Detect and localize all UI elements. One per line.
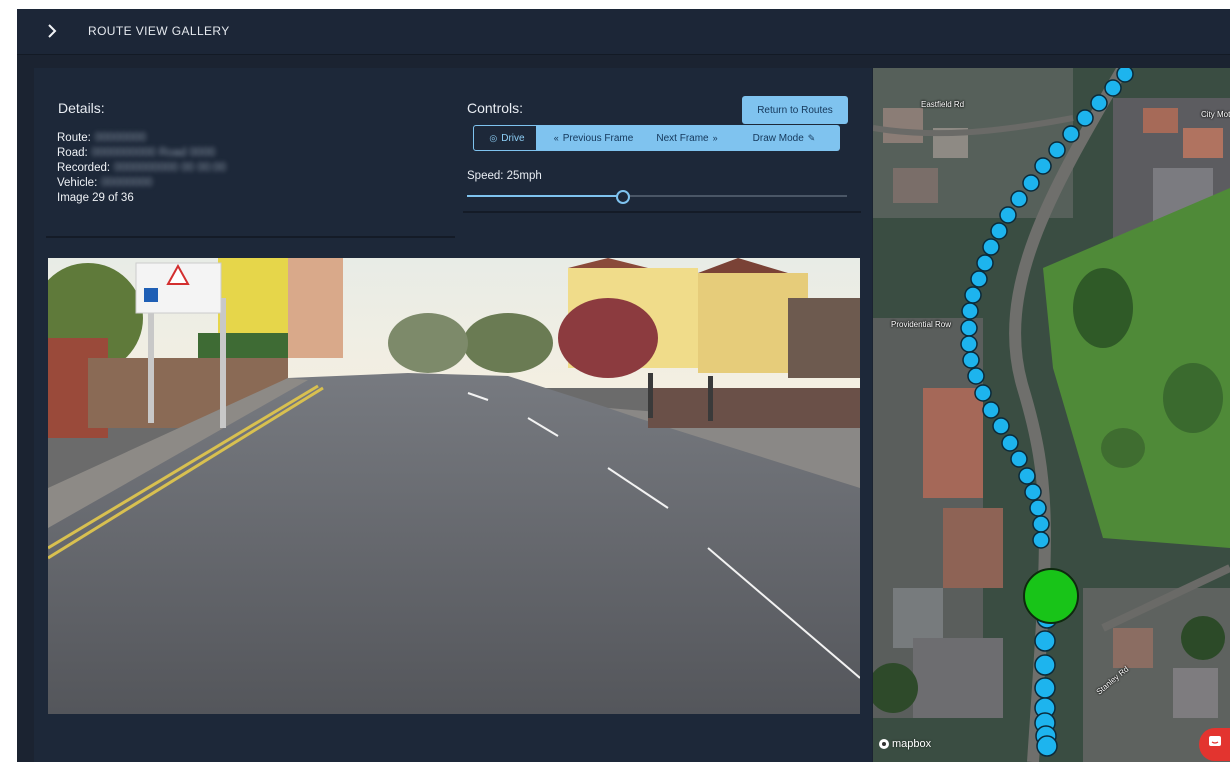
slider-fill xyxy=(467,195,623,197)
route-point-marker[interactable] xyxy=(982,401,1000,419)
route-point-marker[interactable] xyxy=(999,206,1017,224)
top-bar: ROUTE VIEW GALLERY xyxy=(17,9,1230,55)
mapbox-icon xyxy=(879,739,889,749)
route-point-marker[interactable] xyxy=(1104,79,1122,97)
vehicle-label: Vehicle: xyxy=(57,177,98,189)
current-position-marker[interactable] xyxy=(1023,568,1079,624)
chevron-right-icon[interactable] xyxy=(41,20,63,42)
route-point-marker[interactable] xyxy=(990,222,1008,240)
controls-heading: Controls: xyxy=(467,100,524,116)
next-frame-button[interactable]: Next Frame» xyxy=(646,125,732,151)
route-point-marker[interactable] xyxy=(1032,531,1050,549)
route-point-marker[interactable] xyxy=(1116,68,1134,83)
details-card: Details: Route: 00000000 Road: 0000000000 … xyxy=(46,78,455,238)
viewer-panel: Details: Route: 00000000 Road: 0000000000 … xyxy=(34,68,872,762)
route-point-marker[interactable] xyxy=(1022,174,1040,192)
route-point-marker[interactable] xyxy=(1018,467,1036,485)
route-point-marker[interactable] xyxy=(1062,125,1080,143)
route-point-marker[interactable] xyxy=(967,367,985,385)
route-point-marker[interactable] xyxy=(976,254,994,272)
route-map[interactable]: Eastfield Rd Providential Row Stanley Rd… xyxy=(873,68,1230,762)
play-circle-icon: ◎ xyxy=(489,132,498,143)
app-window: ROUTE VIEW GALLERY Details: Route: 000000… xyxy=(17,9,1230,762)
map-label-eastfield: Eastfield Rd xyxy=(921,100,965,109)
road-row: Road: 0000000000 Road 0000 xyxy=(57,147,215,159)
road-value: 0000000000 Road 0000 xyxy=(91,147,216,159)
frame-controls: ◎ Drive «Previous Frame Next Frame» Draw … xyxy=(473,125,840,151)
recorded-value: 0000000000 00 00:00 xyxy=(114,162,226,174)
speed-slider[interactable] xyxy=(467,186,847,206)
route-point-marker[interactable] xyxy=(1034,654,1056,676)
app-title: ROUTE VIEW GALLERY xyxy=(88,24,230,38)
map-label-providential: Providential Row xyxy=(891,320,952,329)
route-point-marker[interactable] xyxy=(1024,483,1042,501)
vehicle-value: 00000000 xyxy=(101,177,153,189)
mapbox-attribution: mapbox xyxy=(892,738,932,750)
route-point-marker[interactable] xyxy=(1090,94,1108,112)
recorded-row: Recorded: 0000000000 00 00:00 xyxy=(57,162,226,174)
route-point-marker[interactable] xyxy=(1034,677,1056,699)
route-point-marker[interactable] xyxy=(992,417,1010,435)
speed-label: Speed: 25mph xyxy=(467,170,542,182)
route-point-marker[interactable] xyxy=(982,238,1000,256)
double-chevron-left-icon: « xyxy=(553,133,559,143)
route-point-marker[interactable] xyxy=(970,270,988,288)
route-point-marker[interactable] xyxy=(1001,434,1019,452)
previous-frame-button[interactable]: «Previous Frame xyxy=(537,125,646,151)
route-point-marker[interactable] xyxy=(962,351,980,369)
double-chevron-right-icon: » xyxy=(712,133,718,143)
route-point-marker[interactable] xyxy=(1048,141,1066,159)
details-heading: Details: xyxy=(58,100,105,116)
route-point-marker[interactable] xyxy=(1076,109,1094,127)
image-counter: Image 29 of 36 xyxy=(57,192,134,204)
route-point-marker[interactable] xyxy=(1034,157,1052,175)
route-point-marker[interactable] xyxy=(1034,630,1056,652)
pen-icon: ✎ xyxy=(807,132,816,143)
route-point-marker[interactable] xyxy=(974,384,992,402)
chat-icon xyxy=(1208,735,1222,754)
slider-thumb[interactable] xyxy=(615,190,630,204)
route-point-marker[interactable] xyxy=(960,335,978,353)
route-point-marker[interactable] xyxy=(1036,735,1058,757)
route-point-marker[interactable] xyxy=(964,286,982,304)
route-point-marker[interactable] xyxy=(1032,515,1050,533)
drive-button[interactable]: ◎ Drive xyxy=(473,125,537,151)
route-point-marker[interactable] xyxy=(1010,190,1028,208)
return-to-routes-button[interactable]: Return to Routes xyxy=(742,96,848,124)
route-row: Route: 00000000 xyxy=(57,132,146,144)
route-value: 00000000 xyxy=(94,132,147,144)
drive-label: Drive xyxy=(501,132,525,144)
road-label: Road: xyxy=(57,147,88,159)
chat-launcher-button[interactable] xyxy=(1199,728,1230,761)
route-point-marker[interactable] xyxy=(1029,499,1047,517)
recorded-label: Recorded: xyxy=(57,162,111,174)
next-frame-label: Next Frame xyxy=(656,132,709,144)
controls-divider xyxy=(463,211,861,213)
draw-mode-label: Draw Mode xyxy=(752,132,804,144)
route-point-marker[interactable] xyxy=(961,302,979,320)
route-frame-image xyxy=(48,258,860,714)
draw-mode-button[interactable]: Draw Mode ✎ xyxy=(732,125,840,151)
previous-frame-label: Previous Frame xyxy=(562,132,634,144)
route-point-marker[interactable] xyxy=(960,319,978,337)
mapbox-logo[interactable]: mapbox xyxy=(879,738,931,750)
route-point-marker[interactable] xyxy=(1010,450,1028,468)
route-label: Route: xyxy=(57,132,91,144)
map-label-city: City Mot xyxy=(1201,110,1230,119)
vehicle-row: Vehicle: 00000000 xyxy=(57,177,152,189)
